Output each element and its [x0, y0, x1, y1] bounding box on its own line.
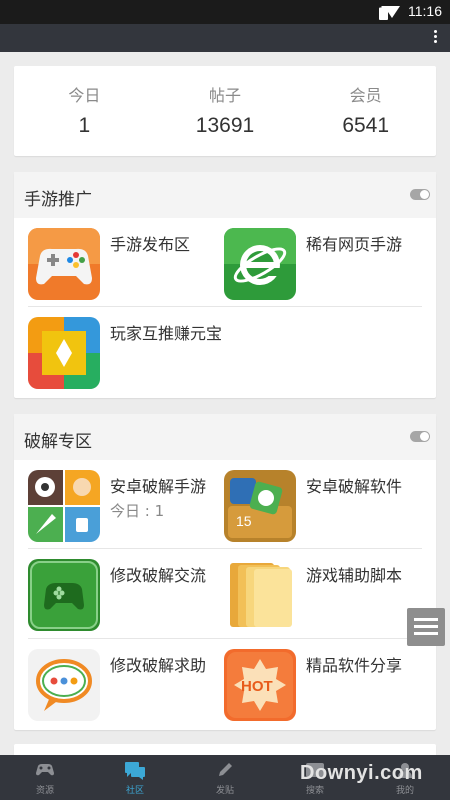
gamepad-icon — [28, 228, 100, 300]
status-bar: 11:16 — [0, 0, 450, 24]
stat-label: 会员 — [349, 86, 382, 105]
forum-item-premium-software[interactable]: HOT 精品软件分享 — [224, 639, 424, 727]
forum-item-rare-web-games[interactable]: 稀有网页手游 — [224, 218, 424, 306]
section-header[interactable]: 破解专区 — [14, 414, 436, 460]
stat-value: 13691 — [195, 114, 255, 137]
forum-stats-card: 今日 1 帖子 13691 会员 6541 — [14, 66, 436, 156]
section-title: 破解专区 — [24, 432, 92, 452]
forum-item-android-crack-games[interactable]: 安卓破解手游 今日 : 1 — [28, 460, 228, 548]
chat-icon — [125, 762, 145, 784]
svg-text:15: 15 — [236, 513, 252, 529]
stat-label: 今日 — [68, 86, 101, 105]
section-header[interactable]: 手游推广 — [14, 172, 436, 218]
forum-item-name: 游戏辅助脚本 — [306, 566, 403, 585]
stat-value: 6541 — [342, 114, 390, 137]
gamepad-icon — [35, 762, 55, 781]
nav-item-post[interactable]: 发贴 — [180, 755, 270, 800]
app-box-icon: 15 — [224, 470, 296, 542]
green-gamepad-icon — [28, 559, 100, 631]
forum-item-player-promo[interactable]: 玩家互推赚元宝 — [28, 307, 228, 395]
nav-label: 发贴 — [215, 786, 234, 796]
stat-members: 会员 6541 — [295, 66, 436, 156]
forum-item-name: 玩家互推赚元宝 — [110, 324, 223, 343]
floating-menu-button[interactable] — [407, 608, 445, 646]
chat-bubble-icon — [28, 649, 100, 721]
svg-text:HOT: HOT — [241, 678, 273, 695]
forum-item-name: 修改破解求助 — [110, 656, 207, 675]
section-toggle[interactable] — [410, 431, 430, 442]
forum-item-name: 手游发布区 — [110, 235, 191, 254]
stat-posts: 帖子 13691 — [155, 66, 296, 156]
hot-badge-icon: HOT — [224, 649, 296, 721]
stat-label: 帖子 — [209, 86, 242, 105]
forum-item-name: 修改破解交流 — [110, 566, 207, 585]
forum-item-today-count: 今日 : 1 — [110, 502, 165, 520]
nav-label: 社区 — [125, 786, 144, 796]
forum-item-name: 稀有网页手游 — [306, 235, 403, 254]
forum-item-android-crack-software[interactable]: 15 安卓破解软件 — [224, 460, 424, 548]
stat-today: 今日 1 — [14, 66, 155, 156]
folder-icon — [224, 559, 296, 631]
nav-item-community[interactable]: 社区 — [90, 755, 180, 800]
section-toggle[interactable] — [410, 189, 430, 200]
forum-item-game-assist-scripts[interactable]: 游戏辅助脚本 — [224, 549, 424, 637]
forum-item-name: 精品软件分享 — [306, 656, 403, 675]
overflow-menu-icon[interactable] — [434, 30, 438, 46]
stat-value: 1 — [78, 114, 91, 137]
section-title: 手游推广 — [24, 190, 92, 210]
section-crack-zone: 破解专区 安卓破解手游 今日 : 1 15 安卓破解软件 修改破解交流 游戏辅助… — [14, 414, 436, 730]
watermark: Downyi.com — [300, 762, 423, 784]
section-mobile-game-promo: 手游推广 手游发布区 稀有网页手游 玩家互推赚元宝 — [14, 172, 436, 398]
colorful-blocks-icon — [28, 317, 100, 389]
forum-item-name: 安卓破解手游 — [110, 477, 207, 496]
app-bar — [0, 24, 450, 52]
forum-item-mod-crack-help[interactable]: 修改破解求助 — [28, 639, 228, 727]
battery-icon — [379, 5, 388, 24]
status-time: 11:16 — [408, 3, 442, 19]
browser-e-icon — [224, 228, 296, 300]
nav-label: 资源 — [35, 786, 54, 796]
forum-item-game-release[interactable]: 手游发布区 — [28, 218, 228, 306]
forum-item-mod-crack-exchange[interactable]: 修改破解交流 — [28, 549, 228, 637]
game-collage-icon — [28, 470, 100, 542]
pencil-icon — [217, 762, 233, 782]
forum-item-name: 安卓破解软件 — [306, 477, 403, 496]
nav-item-resources[interactable]: 资源 — [0, 755, 90, 800]
